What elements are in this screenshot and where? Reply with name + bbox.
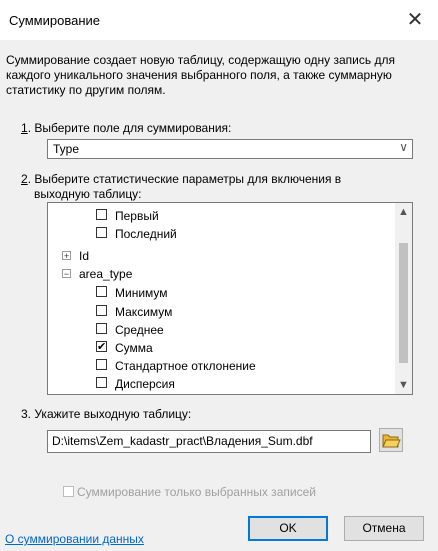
step2-number: 2 (21, 172, 28, 186)
step2-label-line2: выходную таблицу: (34, 187, 142, 201)
checkbox[interactable] (96, 323, 107, 334)
description-text: Суммирование создает новую таблицу, соде… (6, 53, 395, 97)
tree-item-label: Среднее (115, 323, 164, 337)
checkbox[interactable] (96, 227, 107, 238)
expand-icon[interactable]: + (62, 251, 71, 261)
tree-item-label: Дисперсия (115, 377, 175, 391)
title-bar: Суммирование ✕ (0, 0, 438, 40)
open-folder-icon (382, 434, 401, 448)
statistics-tree[interactable]: Первый Последний + Id − area_type Миниму… (47, 202, 413, 395)
tree-item-label: Минимум (115, 286, 168, 300)
step1-label: 1. Выберите поле для суммирования: (21, 121, 231, 136)
tree-item-label: Максимум (115, 305, 173, 319)
selected-only-label: Суммирование только выбранных записей (77, 485, 316, 499)
checkbox-disabled[interactable] (63, 486, 74, 497)
collapse-icon[interactable]: − (62, 269, 71, 279)
scrollbar-thumb[interactable] (399, 243, 408, 363)
step2-text-line1: . Выберите статистические параметры для … (27, 172, 342, 186)
tree-item-label: Последний (115, 227, 177, 241)
tree-item-label: Стандартное отклонение (115, 359, 256, 373)
tree-node-label: Id (79, 249, 90, 263)
tree-node-label: area_type (79, 267, 133, 281)
close-icon: ✕ (406, 9, 424, 31)
close-button[interactable]: ✕ (392, 0, 438, 40)
help-link[interactable]: О суммировании данных (5, 532, 144, 546)
checkbox[interactable] (96, 377, 107, 388)
browse-button[interactable] (379, 428, 403, 452)
tree-item-label: Сумма (115, 341, 153, 355)
checkbox[interactable] (96, 286, 107, 297)
output-table-field[interactable]: D:\items\Zem_kadastr_pract\Владения_Sum.… (47, 430, 371, 453)
tree-item-label: Первый (115, 209, 159, 223)
ok-button[interactable]: OK (248, 516, 328, 541)
checkbox[interactable] (96, 305, 107, 316)
cancel-button[interactable]: Отмена (344, 516, 424, 541)
scroll-up-icon[interactable]: ▲ (395, 206, 412, 218)
window-title: Суммирование (9, 13, 100, 28)
chevron-down-icon[interactable]: ∨ (399, 140, 408, 154)
checkbox[interactable] (96, 209, 107, 220)
step1-number: 1 (21, 121, 28, 135)
checkbox-checked[interactable] (96, 338, 107, 356)
output-table-value: D:\items\Zem_kadastr_pract\Владения_Sum.… (52, 434, 313, 448)
step2-label: 2. Выберите статистические параметры для… (21, 172, 341, 187)
tree-scrollbar[interactable]: ▲ ▼ (395, 203, 412, 394)
summary-field-value: Type (53, 142, 80, 156)
selected-only-checkbox[interactable]: Суммирование только выбранных записей (63, 485, 316, 499)
step1-text: . Выберите поле для суммирования: (27, 121, 232, 135)
summary-field-select[interactable]: Type ∨ (47, 139, 413, 159)
step3-label: 3. Укажите выходную таблицу: (21, 407, 192, 421)
dialog-body: Суммирование создает новую таблицу, соде… (0, 40, 438, 551)
checkbox[interactable] (96, 359, 107, 370)
scroll-down-icon[interactable]: ▼ (395, 379, 412, 391)
